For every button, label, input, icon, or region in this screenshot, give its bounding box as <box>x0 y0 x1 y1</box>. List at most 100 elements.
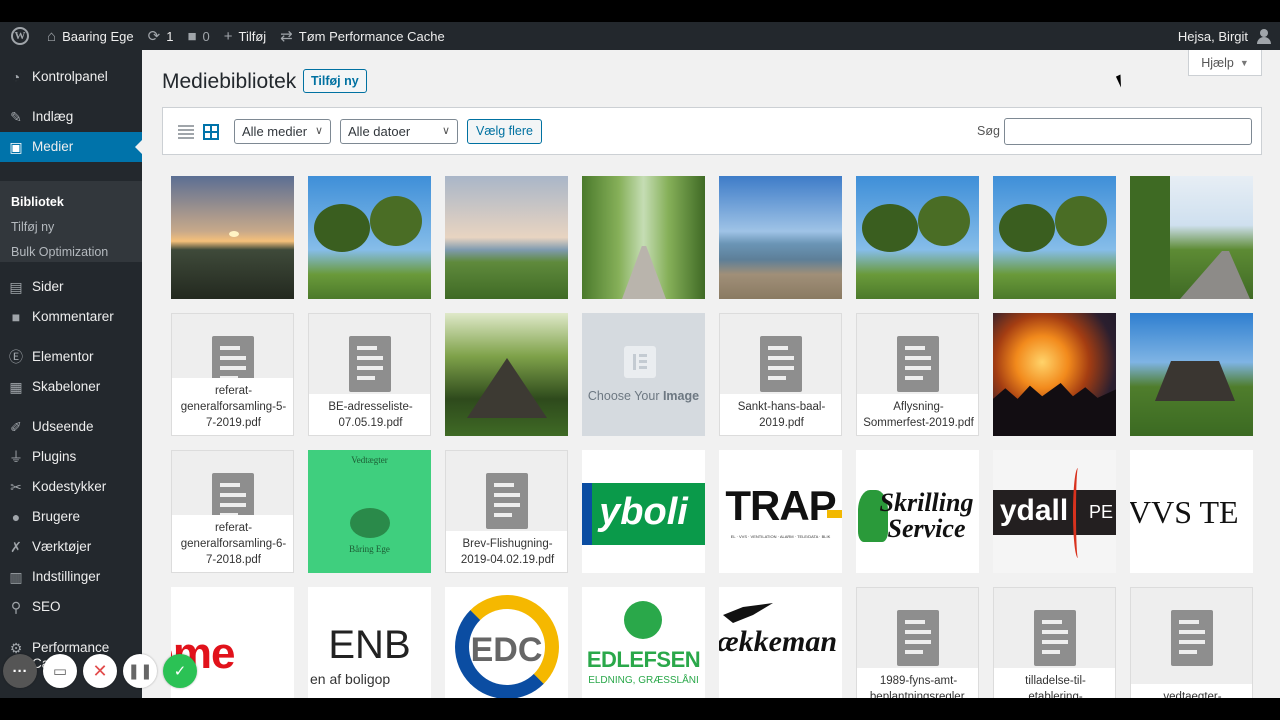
close-icon[interactable]: ✕ <box>83 654 117 688</box>
sidebar-item-code-snippets[interactable]: ✂ Kodestykker <box>0 479 142 495</box>
media-thumbnail[interactable]: VVS TE <box>1130 450 1253 573</box>
media-thumbnail[interactable] <box>856 176 979 299</box>
media-thumbnail[interactable] <box>445 176 568 299</box>
comment-icon: ■ <box>11 309 21 325</box>
document-tile[interactable]: referat-generalforsamling-6-7-2018.pdf <box>171 450 294 573</box>
add-new-button[interactable]: Tilføj ny <box>303 69 367 93</box>
document-filename: referat-generalforsamling-6-7-2018.pdf <box>172 515 293 572</box>
users-icon: ● <box>11 509 21 525</box>
pause-icon[interactable]: ❚❚ <box>123 654 157 688</box>
updates-count: 1 <box>166 28 174 44</box>
elementor-placeholder-tile[interactable]: Choose Your Image <box>582 313 705 436</box>
document-tile[interactable]: Aflysning-Sommerfest-2019.pdf <box>856 313 979 436</box>
date-filter-select[interactable]: Alle datoer ∨ <box>340 119 458 144</box>
logo-subtext: EL · VVS · VENTILATION · ALARM · TELE/DA… <box>730 534 831 539</box>
site-name-link[interactable]: ⌂ Baaring Ege <box>40 22 141 50</box>
submenu-library[interactable]: Bibliotek <box>11 195 64 209</box>
shuffle-icon: ⇄ <box>280 27 293 45</box>
my-account-link[interactable]: Hejsa, Birgit <box>1171 22 1280 50</box>
help-tab-button[interactable]: Hjælp ▼ <box>1188 50 1262 76</box>
media-thumbnail[interactable]: TRAP EL · VVS · VENTILATION · ALARM · TE… <box>719 450 842 573</box>
pin-icon: ✎ <box>10 109 22 125</box>
media-icon: ▣ <box>9 139 23 155</box>
sidebar-item-users[interactable]: ● Brugere <box>0 509 142 525</box>
recorder-controls: ··· ▭ ✕ ❚❚ ✓ <box>3 653 203 689</box>
tree-canopy <box>999 204 1055 252</box>
plugin-icon: ⏚ <box>9 449 23 465</box>
document-filename: BE-adresseliste-07.05.19.pdf <box>309 394 430 435</box>
wp-admin-screen: W ⌂ Baaring Ege ⟳ 1 ■ 0 + Tilføj ⇄ Tøm P… <box>0 22 1280 698</box>
media-thumbnail[interactable] <box>719 176 842 299</box>
media-thumbnail[interactable] <box>308 176 431 299</box>
media-type-select[interactable]: Alle medier ∨ <box>234 119 331 144</box>
document-tile[interactable]: Sankt-hans-baal-2019.pdf <box>719 313 842 436</box>
comments-link[interactable]: ■ 0 <box>180 22 216 50</box>
submenu-add-new[interactable]: Tilføj ny <box>11 220 54 234</box>
media-thumbnail[interactable]: ENB en af boligop <box>308 587 431 698</box>
logo-bg: yboli <box>582 475 705 550</box>
checkmark-icon[interactable]: ✓ <box>163 654 197 688</box>
media-thumbnail[interactable] <box>1130 176 1253 299</box>
tree-canopy <box>314 204 370 252</box>
sidebar-item-media[interactable]: ▣ Medier <box>0 132 142 162</box>
tree-canopy <box>918 196 970 246</box>
document-tile[interactable]: Brev-Flishugning-2019-04.02.19.pdf <box>445 450 568 573</box>
media-thumbnail[interactable]: Vedtægter Båring Ege <box>308 450 431 573</box>
page-icon: ▤ <box>9 279 23 295</box>
logo-text: EDLEFSEN <box>586 647 701 672</box>
document-tile[interactable]: vedtaegter- <box>1130 587 1253 698</box>
sidebar-item-dashboard[interactable]: ◔ Kontrolpanel <box>0 69 142 85</box>
more-options-icon[interactable]: ··· <box>3 654 37 688</box>
refresh-icon: ⟳ <box>147 27 161 45</box>
new-content-label: Tilføj <box>238 28 267 44</box>
search-input[interactable] <box>1004 118 1252 145</box>
document-tile[interactable]: tilladelse-til-etablering- <box>993 587 1116 698</box>
new-content-link[interactable]: + Tilføj <box>217 22 273 50</box>
media-thumbnail[interactable] <box>445 313 568 436</box>
grid-view-icon[interactable] <box>203 124 219 140</box>
sidebar-item-elementor[interactable]: Ⓔ Elementor <box>0 349 142 365</box>
sidebar-item-seo[interactable]: ⚲ SEO <box>0 599 142 615</box>
updates-link[interactable]: ⟳ 1 <box>141 22 181 50</box>
sidebar-item-posts[interactable]: ✎ Indlæg <box>0 109 142 125</box>
media-thumbnail[interactable]: ydall PE <box>993 450 1116 573</box>
media-thumbnail[interactable] <box>1130 313 1253 436</box>
document-tile[interactable]: BE-adresseliste-07.05.19.pdf <box>308 313 431 436</box>
media-thumbnail[interactable]: Skrilling Service <box>856 450 979 573</box>
media-thumbnail[interactable] <box>993 313 1116 436</box>
document-tile[interactable]: referat-generalforsamling-5-7-2019.pdf <box>171 313 294 436</box>
media-thumbnail[interactable] <box>993 176 1116 299</box>
house-roof <box>1155 361 1235 401</box>
sidebar-item-pages[interactable]: ▤ Sider <box>0 279 142 295</box>
sidebar-item-plugins[interactable]: ⏚ Plugins <box>0 449 142 465</box>
sidebar-item-settings[interactable]: ▥ Indstillinger <box>0 569 142 585</box>
media-thumbnail[interactable] <box>171 176 294 299</box>
camera-off-icon[interactable]: ▭ <box>43 654 77 688</box>
elementor-icon: Ⓔ <box>9 349 23 365</box>
document-filename: Brev-Flishugning-2019-04.02.19.pdf <box>446 531 567 572</box>
wordpress-logo-icon[interactable]: W <box>0 22 40 50</box>
document-filename: tilladelse-til-etablering- <box>994 668 1115 698</box>
media-thumbnail[interactable] <box>582 176 705 299</box>
sidebar-item-appearance[interactable]: ✐ Udseende <box>0 419 142 435</box>
sidebar-item-templates[interactable]: ▦ Skabeloner <box>0 379 142 395</box>
submenu-bulk-optimization[interactable]: Bulk Optimization <box>11 245 108 259</box>
document-title: Vedtægter <box>351 455 388 465</box>
settings-icon: ▥ <box>9 569 23 585</box>
document-filename: vedtaegter- <box>1131 684 1252 698</box>
sidebar-item-comments[interactable]: ■ Kommentarer <box>0 309 142 325</box>
search-label: Søg <box>977 124 1000 138</box>
logo-text: ENB <box>328 623 411 667</box>
bulk-select-button[interactable]: Vælg flere <box>467 119 542 144</box>
list-view-icon[interactable] <box>178 124 194 140</box>
clear-cache-link[interactable]: ⇄ Tøm Performance Cache <box>273 22 452 50</box>
document-tile[interactable]: 1989-fyns-amt-beplantningsregler. <box>856 587 979 698</box>
sidebar-item-tools[interactable]: ✗ Værktøjer <box>0 539 142 555</box>
chevron-down-icon: ∨ <box>314 125 323 137</box>
media-thumbnail[interactable]: EDLEFSEN ELDNING, GRÆSSLÅNI <box>582 587 705 698</box>
media-thumbnail[interactable]: EDC <box>445 587 568 698</box>
media-toolbar: Alle medier ∨ Alle datoer ∨ Vælg flere Søg <box>162 107 1262 155</box>
media-thumbnail[interactable]: yboli <box>582 450 705 573</box>
document-filename: 1989-fyns-amt-beplantningsregler. <box>857 668 978 698</box>
media-thumbnail[interactable]: ækkeman <box>719 587 842 698</box>
